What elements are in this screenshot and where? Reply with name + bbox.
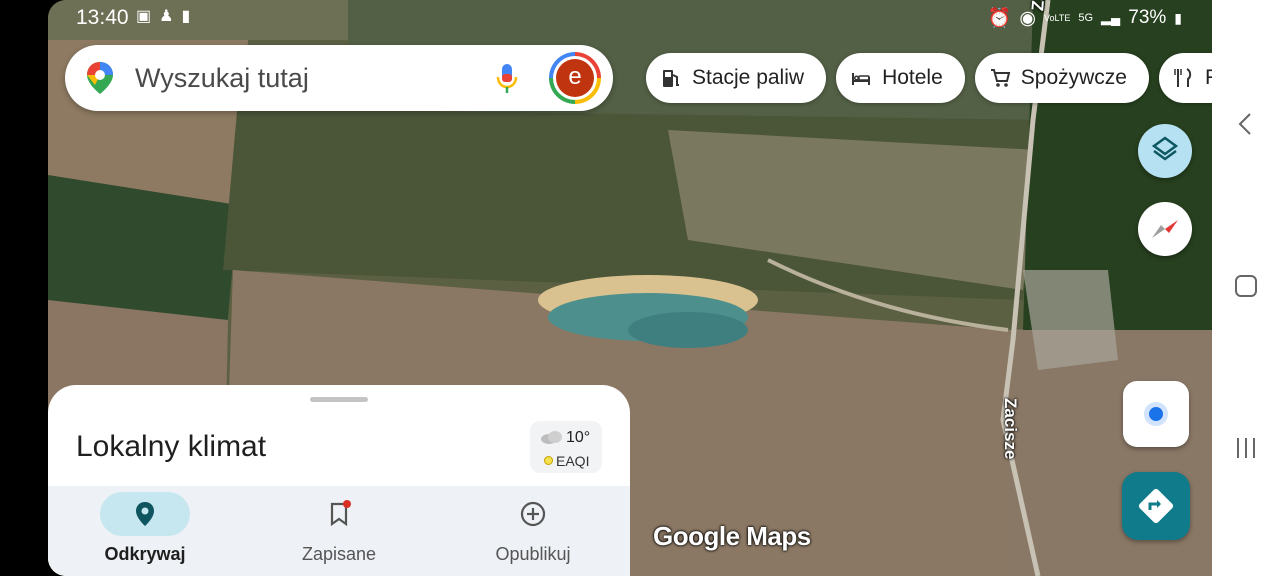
bottom-tab-bar: Odkrywaj Zapisane Opublikuj <box>48 486 630 576</box>
battery-level: 73% <box>1128 7 1167 28</box>
place-pin-icon <box>136 502 154 526</box>
recent-apps-icon[interactable] <box>1234 436 1258 460</box>
restaurant-icon <box>1174 68 1192 87</box>
add-circle-icon <box>520 501 546 527</box>
tab-saved[interactable]: Zapisane <box>242 486 436 576</box>
tab-contribute[interactable]: Opublikuj <box>436 486 630 576</box>
back-icon[interactable] <box>1234 112 1258 136</box>
air-quality-label: EAQI <box>556 453 590 469</box>
maps-pin-icon <box>87 62 113 94</box>
alarm-icon: ⏰ <box>987 8 1012 29</box>
sheet-title: Lokalny klimat <box>76 430 267 463</box>
street-label-bottom: Zacisze <box>1001 398 1020 460</box>
my-location-icon <box>1144 402 1168 426</box>
search-input[interactable]: Wyszukaj tutaj <box>135 63 309 94</box>
directions-icon <box>1138 488 1174 524</box>
bed-icon <box>852 73 871 85</box>
status-time: 13:40 <box>76 6 129 29</box>
chip-label: Hotele <box>882 66 943 89</box>
search-bar[interactable]: Wyszukaj tutaj e <box>65 45 613 111</box>
sheet-drag-handle[interactable] <box>310 397 368 402</box>
air-quality-dot <box>544 456 553 465</box>
system-navigation-bar <box>1212 0 1280 576</box>
tab-label: Opublikuj <box>495 544 571 564</box>
chip-restaurants[interactable]: R <box>1158 53 1212 103</box>
weather-temperature: 10° <box>566 429 591 446</box>
google-maps-watermark: Google Maps <box>653 521 811 551</box>
chip-groceries[interactable]: Spożywcze <box>974 53 1149 103</box>
cart-icon <box>990 69 1011 87</box>
notification-icons: ▣ ♟ ▮ <box>136 6 190 26</box>
5g-icon: 5G <box>1078 12 1094 24</box>
screen: Zacisze Zacisze 13:40 ▣ ♟ ▮ ⏰ ◉ VoLTE 5G… <box>48 0 1212 576</box>
system-status-icons: ⏰ ◉ VoLTE 5G ▂▄ 73% ▮ <box>988 6 1182 30</box>
chip-label: Stacje paliw <box>692 66 805 89</box>
location-icon: ◉ <box>1019 7 1036 29</box>
image-icon: ▣ <box>136 8 152 25</box>
compass-button[interactable] <box>1138 202 1192 256</box>
bottom-sheet[interactable]: Lokalny klimat 10° EAQI Odkrywaj Zapisan… <box>48 385 630 576</box>
person-icon: ♟ <box>159 8 174 25</box>
compass-icon <box>1152 220 1178 238</box>
tab-label: Odkrywaj <box>104 544 186 564</box>
clipboard-icon: ▮ <box>181 8 191 25</box>
directions-button[interactable] <box>1122 472 1190 540</box>
account-avatar[interactable]: e <box>549 52 601 104</box>
mic-icon[interactable] <box>495 63 519 95</box>
chip-label: R <box>1205 66 1212 90</box>
home-icon[interactable] <box>1234 274 1258 298</box>
my-location-button[interactable] <box>1123 381 1189 447</box>
category-chips: Stacje paliw Hotele Spożywcze R <box>646 53 1212 103</box>
layers-button[interactable] <box>1138 124 1192 178</box>
volte-icon: VoLTE <box>1043 13 1071 23</box>
chip-gas-stations[interactable]: Stacje paliw <box>646 53 827 103</box>
chip-hotels[interactable]: Hotele <box>836 53 965 103</box>
weather-widget[interactable]: 10° EAQI <box>530 421 602 473</box>
cloud-icon <box>541 431 562 444</box>
status-bar: 13:40 ▣ ♟ ▮ ⏰ ◉ VoLTE 5G ▂▄ 73% ▮ <box>48 0 1212 34</box>
tab-explore[interactable]: Odkrywaj <box>48 486 242 576</box>
layers-icon <box>1151 136 1179 161</box>
signal-icon: ▂▄ <box>1101 10 1121 25</box>
battery-icon: ▮ <box>1174 9 1182 26</box>
chip-label: Spożywcze <box>1020 66 1127 89</box>
avatar-initial: e <box>556 59 594 97</box>
gas-station-icon <box>663 70 679 87</box>
bookmark-icon <box>330 500 351 527</box>
tab-label: Zapisane <box>301 544 377 564</box>
